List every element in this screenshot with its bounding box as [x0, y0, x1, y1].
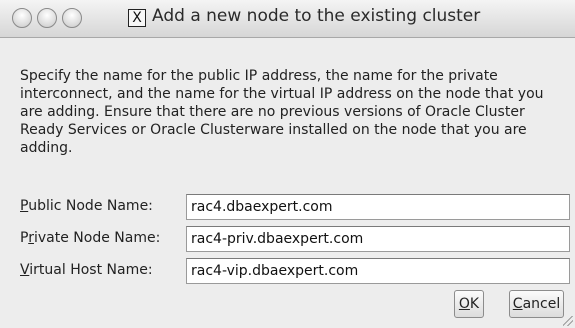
public-node-name-input[interactable] [186, 194, 570, 220]
cancel-label: ancel [522, 296, 561, 312]
ok-mnemonic: O [458, 296, 470, 312]
label-text: ivate Node Name: [33, 230, 161, 246]
label-text: ublic Node Name: [28, 198, 153, 214]
resize-grip-icon[interactable] [563, 316, 573, 326]
private-node-name-label: Private Node Name: [20, 230, 160, 246]
virtual-host-name-input[interactable] [186, 258, 570, 284]
ok-label: K [469, 296, 480, 312]
minimize-window-button[interactable] [37, 8, 57, 28]
window-title: Add a new node to the existing cluster [152, 6, 481, 26]
java-x-icon: X [128, 9, 146, 27]
zoom-window-button[interactable] [62, 8, 82, 28]
cancel-mnemonic: C [512, 296, 523, 312]
virtual-host-name-label: Virtual Host Name: [20, 262, 153, 278]
public-node-name-label: Public Node Name: [20, 198, 153, 214]
private-node-name-input[interactable] [186, 226, 570, 252]
label-text: irtual Host Name: [29, 262, 153, 278]
private-node-name-row: Private Node Name: [20, 226, 570, 252]
instructions-text: Specify the name for the public IP addre… [20, 68, 544, 156]
label-mnemonic: V [20, 262, 30, 278]
label-mnemonic: P [20, 198, 29, 214]
ok-button[interactable]: OK [454, 290, 484, 318]
title-bar[interactable]: X Add a new node to the existing cluster [0, 0, 575, 38]
public-node-name-row: Public Node Name: [20, 194, 570, 220]
close-window-button[interactable] [12, 8, 32, 28]
virtual-host-name-row: Virtual Host Name: [20, 258, 570, 284]
label-text-prefix: P [20, 230, 29, 246]
cancel-button[interactable]: Cancel [509, 290, 564, 318]
dialog-window: X Add a new node to the existing cluster… [0, 0, 575, 328]
